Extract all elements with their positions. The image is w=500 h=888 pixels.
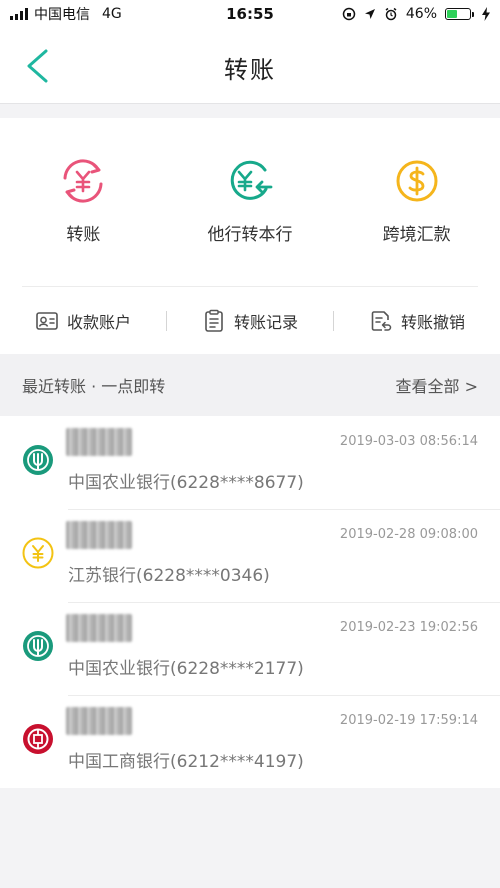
quick-actions: 收款账户 转账记录 转账撤销: [0, 287, 500, 354]
list-item[interactable]: 2019-02-23 19:02:56 中国农业银行(6228****2177): [0, 602, 500, 695]
bank-account: 江苏银行(6228****0346): [68, 566, 270, 586]
masked-name: [66, 521, 132, 549]
service-cross-border[interactable]: 跨境汇款: [333, 118, 500, 286]
service-label: 转账: [66, 225, 101, 245]
service-grid: 转账 他行转本行 跨境汇款: [0, 118, 500, 286]
yuan-transfer-icon: [63, 159, 103, 203]
status-bar: 中国电信 4G 16:55 46%: [0, 0, 500, 28]
document-undo-icon: [371, 310, 392, 331]
dollar-icon: [396, 160, 438, 202]
list-item[interactable]: 2019-02-28 09:08:00 江苏银行(6228****0346): [0, 509, 500, 602]
recent-section-header: 最近转账 · 一点即转 查看全部 >: [0, 354, 500, 416]
battery-percent: 46%: [405, 6, 437, 22]
recent-transfer-list: 2019-03-03 08:56:14 中国农业银行(6228****8677)…: [0, 416, 500, 788]
yuan-inbound-icon: [230, 160, 273, 200]
location-icon: [364, 9, 375, 19]
abc-bank-logo: [23, 445, 53, 475]
service-inbound-transfer[interactable]: 他行转本行: [167, 118, 334, 286]
services-panel: 转账 他行转本行 跨境汇款 收款账户 转账记录 转账撤销: [0, 118, 500, 354]
icbc-bank-logo: [23, 724, 53, 754]
transfer-time: 2019-03-03 08:56:14: [339, 434, 478, 449]
network-type: 4G: [102, 6, 122, 22]
quick-label: 转账撤销: [400, 312, 465, 332]
quick-transfer-cancel[interactable]: 转账撤销: [334, 309, 500, 333]
page-title: 转账: [224, 56, 276, 84]
bank-account: 中国农业银行(6228****8677): [68, 473, 304, 493]
status-time: 16:55: [226, 5, 274, 23]
bank-account: 中国工商银行(6212****4197): [68, 752, 304, 772]
quick-label: 收款账户: [66, 312, 131, 332]
service-label: 他行转本行: [207, 225, 293, 245]
masked-name: [66, 707, 132, 735]
transfer-time: 2019-02-19 17:59:14: [339, 713, 478, 728]
abc-bank-logo: [23, 631, 53, 661]
quick-payee-accounts[interactable]: 收款账户: [0, 309, 166, 333]
status-right: 46%: [330, 6, 490, 22]
transfer-time: 2019-02-28 09:08:00: [339, 527, 478, 542]
status-left: 中国电信 4G: [10, 4, 170, 24]
alarm-icon: [385, 7, 397, 21]
list-item[interactable]: 2019-03-03 08:56:14 中国农业银行(6228****8677): [0, 416, 500, 509]
quick-transfer-records[interactable]: 转账记录: [167, 309, 333, 333]
section-title: 最近转账 · 一点即转: [22, 377, 166, 396]
bank-account: 中国农业银行(6228****2177): [68, 659, 304, 679]
quick-label: 转账记录: [233, 312, 298, 332]
service-label: 跨境汇款: [382, 225, 451, 245]
service-transfer[interactable]: 转账: [0, 118, 167, 286]
contact-card-icon: [36, 311, 58, 330]
signal-icon: [10, 8, 28, 20]
masked-name: [66, 614, 132, 642]
jiangsu-bank-logo: [22, 537, 54, 569]
list-item[interactable]: 2019-02-19 17:59:14 中国工商银行(6212****4197): [0, 695, 500, 788]
rotation-lock-icon: [342, 7, 356, 21]
masked-name: [66, 428, 132, 456]
clipboard-icon: [205, 309, 223, 332]
transfer-time: 2019-02-23 19:02:56: [339, 620, 478, 635]
view-all-link[interactable]: 查看全部 >: [396, 373, 479, 397]
carrier-name: 中国电信: [34, 7, 90, 23]
nav-bar: 转账: [0, 28, 500, 104]
battery-icon: [445, 8, 474, 20]
charging-icon: [482, 7, 490, 21]
